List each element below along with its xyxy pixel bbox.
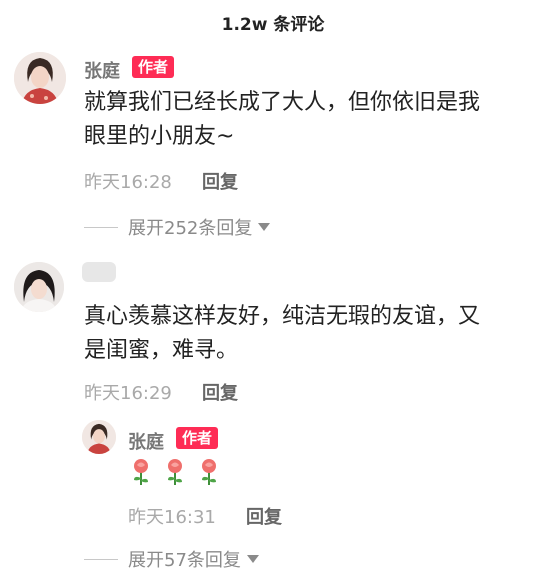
avatar-zhangting[interactable] bbox=[14, 52, 66, 104]
author-badge: 作者 bbox=[132, 56, 175, 78]
comment-text-line: 真心羡慕这样友好，纯洁无瑕的友谊，又 bbox=[84, 304, 481, 329]
rose-icon bbox=[168, 459, 182, 485]
expand-replies-label: 展开57条回复 bbox=[128, 550, 241, 571]
reply-button[interactable]: 回复 bbox=[202, 168, 238, 194]
rose-icon bbox=[202, 459, 216, 485]
caret-down-icon bbox=[246, 555, 259, 563]
comment-text-line: 是闺蜜，难寻。 bbox=[84, 338, 239, 363]
author-badge: 作者 bbox=[176, 427, 219, 449]
expand-replies-button[interactable]: 展开57条回复 bbox=[84, 546, 259, 572]
comment-text-line: 眼里的小朋友~ bbox=[84, 124, 235, 149]
reply-emoji-row bbox=[130, 458, 220, 486]
reply-button[interactable]: 回复 bbox=[246, 503, 282, 529]
expand-replies-button[interactable]: 展开252条回复 bbox=[84, 214, 271, 240]
avatar-user[interactable] bbox=[14, 262, 64, 312]
comment-time: 昨天16:28 bbox=[84, 172, 172, 193]
divider-line bbox=[84, 558, 118, 560]
comment-time: 昨天16:29 bbox=[84, 383, 172, 404]
reply-time: 昨天16:31 bbox=[128, 507, 216, 528]
reply-author-name[interactable]: 张庭 bbox=[128, 428, 164, 454]
expand-replies-label: 展开252条回复 bbox=[128, 218, 253, 239]
username-blurred bbox=[82, 262, 116, 282]
comment-author-name[interactable]: 张庭 bbox=[84, 57, 120, 83]
reply-button[interactable]: 回复 bbox=[202, 379, 238, 405]
comments-count-title: 1.2w 条评论 bbox=[221, 15, 325, 35]
comment-text-line: 就算我们已经长成了大人，但你依旧是我 bbox=[84, 90, 481, 115]
avatar-zhangting[interactable] bbox=[82, 420, 116, 454]
rose-icon bbox=[134, 459, 148, 485]
divider-line bbox=[84, 226, 118, 228]
caret-down-icon bbox=[258, 223, 271, 231]
